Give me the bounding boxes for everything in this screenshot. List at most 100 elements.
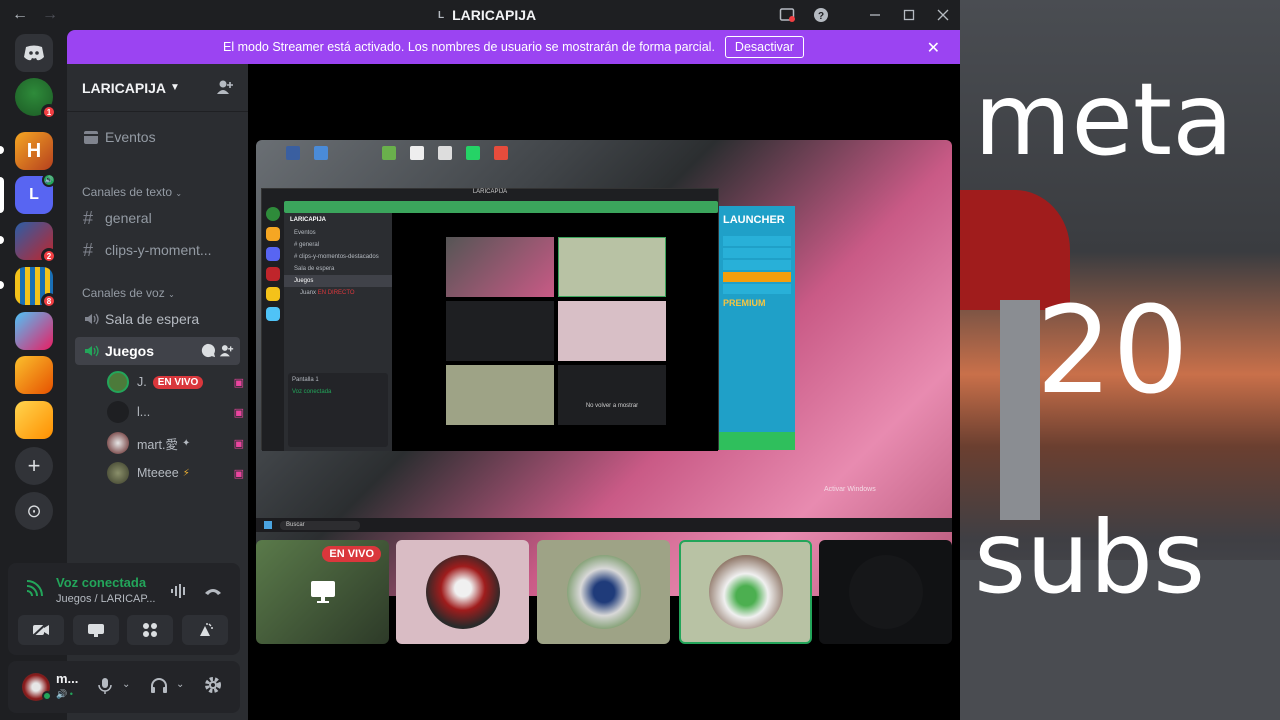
disconnect-icon[interactable]: [204, 583, 222, 599]
selected-pill: [0, 177, 4, 213]
add-member-icon[interactable]: [219, 343, 234, 358]
live-badge: EN VIVO: [322, 546, 381, 562]
explore-icon[interactable]: ⊙: [15, 492, 53, 530]
screen-share-button[interactable]: [73, 615, 119, 645]
text-channels-category[interactable]: Canales de texto ⌄: [82, 185, 182, 199]
voice-member[interactable]: Mteeee ⚡ ▣: [107, 461, 244, 485]
server-l-icon[interactable]: L 🔊: [15, 173, 56, 214]
tile-participant[interactable]: [537, 540, 670, 644]
avatar: [107, 401, 129, 423]
nested-discord-window: LARICAPIJA LARICAPIJA Eventos # general: [261, 188, 719, 451]
inbox-icon[interactable]: [770, 0, 804, 30]
server-r-icon[interactable]: 2: [15, 222, 57, 264]
voice-status[interactable]: Voz conectada: [56, 575, 146, 590]
stream-overlay-panel: meta 20 subs: [960, 0, 1280, 720]
overlay-line-3: subs: [974, 499, 1206, 616]
stem-shape: [1000, 300, 1040, 520]
signal-icon[interactable]: [24, 579, 44, 599]
chat-bubble-icon[interactable]: [201, 343, 216, 358]
maximize-icon[interactable]: [892, 0, 926, 30]
taskbar: Buscar: [256, 518, 952, 532]
microphone-icon[interactable]: [98, 677, 112, 695]
server-7-icon[interactable]: [15, 356, 53, 394]
avatar: [566, 555, 641, 629]
hash-icon: #: [83, 207, 94, 228]
screen: ← → L LARICAPIJA ? 1 H L 🔊 2 8 + ⊙ El mo…: [0, 0, 1280, 720]
tile-participant-speaking[interactable]: [679, 540, 812, 644]
events-item[interactable]: Eventos: [75, 123, 240, 151]
noise-suppression-icon[interactable]: [170, 583, 188, 599]
overlay-line-1: meta: [974, 61, 1234, 178]
user-name[interactable]: m...: [56, 671, 78, 686]
nested-banner: [284, 201, 718, 213]
avatar: [848, 555, 923, 629]
channel-clips[interactable]: # clips-y-moment...: [75, 236, 240, 264]
server-h-icon[interactable]: H: [15, 132, 53, 170]
server-s-badge: 8: [41, 293, 57, 309]
server-s-icon[interactable]: 8: [15, 267, 57, 309]
stream-area: LARICAPIJA LARICAPIJA Eventos # general: [248, 64, 960, 720]
chevron-down-icon[interactable]: ⌄: [122, 679, 130, 690]
screen-share-stream[interactable]: LARICAPIJA LARICAPIJA Eventos # general: [256, 140, 952, 596]
svg-text:?: ?: [818, 11, 824, 22]
banner-text: El modo Streamer está activado. Los nomb…: [223, 40, 715, 54]
unread-pill: [0, 236, 4, 244]
voice-channel-path[interactable]: Juegos / LARICAP...: [56, 593, 155, 605]
title-bar: ← → L LARICAPIJA ?: [0, 0, 960, 30]
back-arrow-icon[interactable]: ←: [12, 6, 28, 24]
avatar: [107, 462, 129, 484]
tile-participant[interactable]: [396, 540, 529, 644]
server-8-icon[interactable]: [15, 401, 53, 439]
muted-mic-icon: ▣: [233, 467, 244, 480]
server-6-icon[interactable]: [15, 312, 53, 350]
nested-sidebar: LARICAPIJA Eventos # general # clips-y-m…: [284, 213, 392, 451]
soundboard-button[interactable]: [182, 615, 228, 645]
chevron-down-icon[interactable]: ⌄: [176, 679, 184, 690]
gear-icon[interactable]: [204, 676, 222, 694]
server-r-badge: 2: [41, 248, 57, 264]
activate-windows-text: Activar Windows: [824, 486, 876, 493]
tile-live-stream[interactable]: EN VIVO: [256, 540, 389, 644]
title-server-letter: L: [438, 9, 445, 21]
channel-general[interactable]: # general: [75, 204, 240, 232]
activities-button[interactable]: [127, 615, 173, 645]
tile-participant[interactable]: [819, 540, 952, 644]
voice-channels-category[interactable]: Canales de voz ⌄: [82, 286, 175, 300]
voice-channel-games[interactable]: Juegos: [75, 337, 240, 365]
muted-mic-icon: ▣: [233, 406, 244, 419]
monitor-icon: [310, 580, 336, 604]
voice-channel-waiting[interactable]: Sala de espera: [75, 305, 240, 333]
server-header[interactable]: LARICAPIJA ▼: [67, 64, 248, 112]
speaker-icon: [83, 311, 105, 327]
camera-off-button[interactable]: [18, 615, 64, 645]
voice-member[interactable]: mart.愛 ✦ ▣: [107, 431, 244, 455]
voice-activity-icon: 🔊 •: [56, 689, 73, 699]
add-server-icon[interactable]: +: [15, 447, 53, 485]
help-icon[interactable]: ?: [804, 0, 838, 30]
close-icon[interactable]: [926, 0, 960, 30]
voice-member[interactable]: l... ▣: [107, 400, 244, 424]
banner-close-icon[interactable]: ✕: [927, 38, 940, 58]
voice-member[interactable]: J. EN VIVO ▣: [107, 370, 244, 394]
sparkle-icon: ✦: [181, 437, 191, 449]
minimize-icon[interactable]: [858, 0, 892, 30]
user-panel: m... 🔊 • ⌄ ⌄: [8, 661, 240, 713]
avatar: [107, 432, 129, 454]
launcher-window: LAUNCHER PREMIUM: [719, 206, 795, 450]
server-1-icon[interactable]: 1: [15, 78, 57, 120]
deactivate-button[interactable]: Desactivar: [724, 36, 804, 58]
discord-home-icon[interactable]: [15, 34, 53, 72]
forward-arrow-icon[interactable]: →: [42, 6, 58, 24]
window-title: L LARICAPIJA: [438, 7, 536, 23]
desktop-icons: [286, 146, 508, 160]
title-text: LARICAPIJA: [452, 7, 537, 23]
server-name: LARICAPIJA: [82, 79, 167, 96]
voice-connection-panel: Voz conectada Juegos / LARICAP...: [8, 563, 240, 655]
chevron-down-icon: ▼: [170, 82, 180, 93]
avatar: [107, 371, 129, 393]
headphones-icon[interactable]: [150, 677, 168, 695]
events-label: Eventos: [105, 129, 156, 145]
unread-pill: [0, 146, 4, 154]
nested-title: LARICAPIJA: [262, 189, 718, 199]
invite-user-icon[interactable]: [216, 79, 234, 95]
